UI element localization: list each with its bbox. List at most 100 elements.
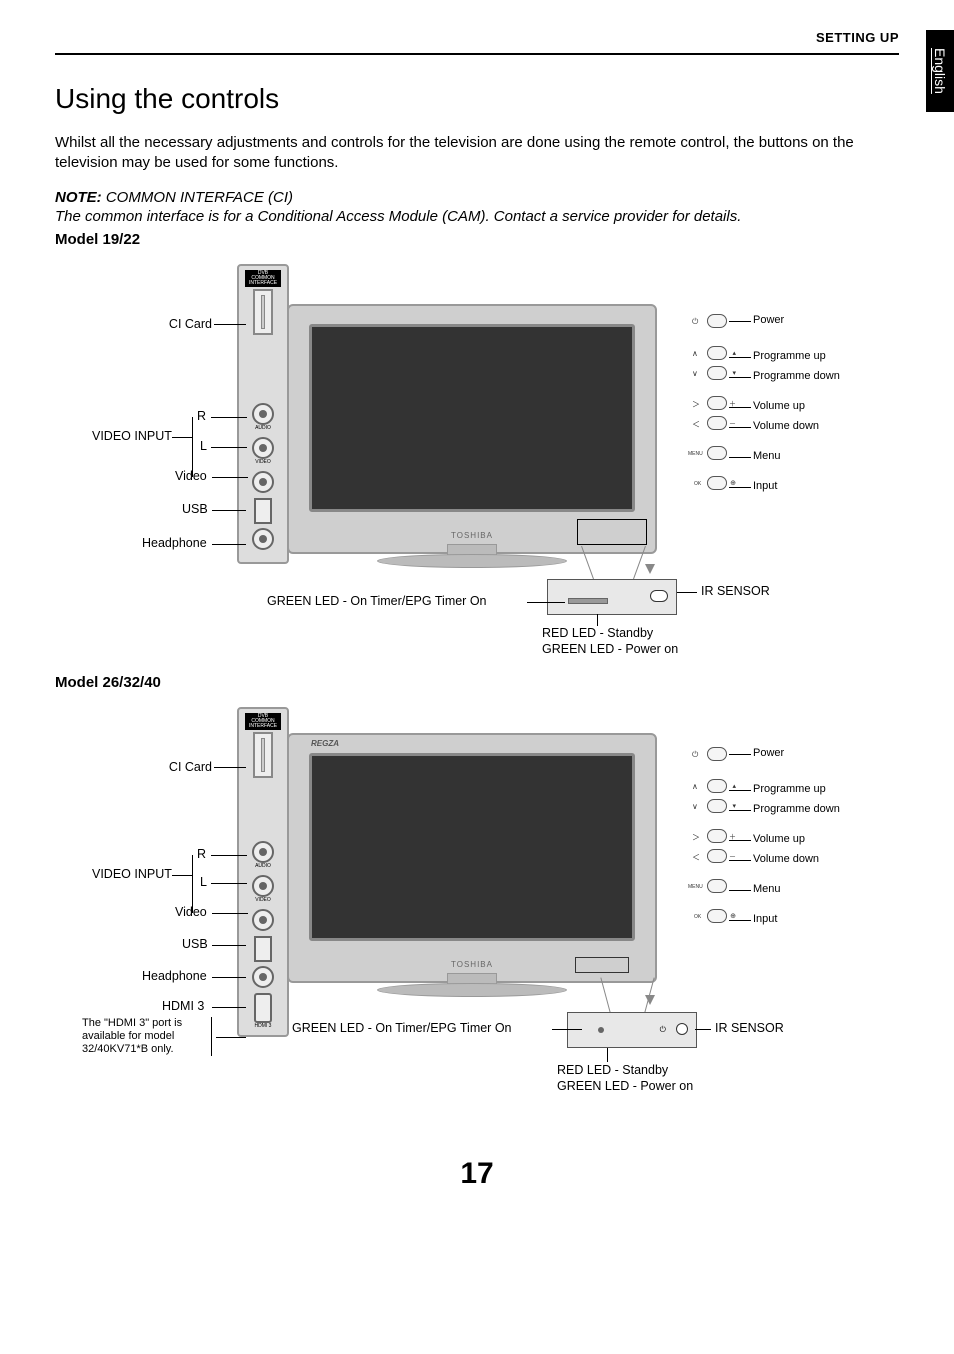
volume-down-button-2[interactable]: ＜－ — [707, 849, 727, 863]
r-label: R — [197, 409, 206, 423]
page-number: 17 — [55, 1157, 899, 1191]
hdmi3-label: HDMI 3 — [162, 999, 204, 1013]
note-label: NOTE: — [55, 189, 102, 206]
l-label-2: L — [200, 875, 207, 889]
green-led-timer-label-2: GREEN LED - On Timer/EPG Timer On — [292, 1021, 512, 1035]
power-label-2: Power — [753, 747, 784, 759]
side-panel-2: DVBCOMMONINTERFACE AUDIO VIDEO HDMI 3 — [237, 707, 289, 1037]
usb-label: USB — [182, 502, 208, 516]
l-label: L — [200, 439, 207, 453]
ir-sensor-label: IR SENSOR — [701, 584, 770, 598]
audio-l-jack-2 — [252, 875, 274, 897]
side-panel: DVBCOMMONINTERFACE AUDIO VIDEO — [237, 264, 289, 564]
language-tab: English — [926, 30, 954, 112]
video-label-2: VIDEO — [239, 897, 287, 903]
ci-slot-2 — [253, 732, 273, 778]
menu-button-2[interactable]: MENU — [707, 879, 727, 893]
prog-up-label: Programme up — [753, 350, 826, 362]
hdmi3-note: The "HDMI 3" port is available for model… — [82, 1017, 212, 1057]
audio-label: AUDIO — [239, 425, 287, 431]
page-title: Using the controls — [55, 83, 899, 115]
ir-region-box — [577, 519, 647, 545]
headphone-jack-2 — [252, 966, 274, 988]
volume-up-button-2[interactable]: ＞＋ — [707, 829, 727, 843]
model-2-label: Model 26/32/40 — [55, 674, 899, 691]
menu-label: Menu — [753, 450, 781, 462]
tv-brand-regza: REGZA — [311, 739, 339, 748]
tv-screen — [309, 324, 635, 512]
vol-down-label: Volume down — [753, 420, 819, 432]
model-1-label: Model 19/22 — [55, 231, 899, 248]
green-led-power-label-2: GREEN LED - Power on — [557, 1079, 693, 1093]
input-button[interactable]: OK⊕ — [707, 476, 727, 490]
diagram-model-19-22: DVBCOMMONINTERFACE AUDIO VIDEO CI Card R… — [67, 254, 887, 654]
video-lbl-2: Video — [175, 905, 207, 919]
input-label-2: Input — [753, 913, 777, 925]
ir-detail-box-2: ⏻ — [567, 1012, 697, 1048]
prog-down-label-2: Programme down — [753, 803, 840, 815]
ir-sensor-icon-2 — [676, 1023, 688, 1035]
green-led-power-label: GREEN LED - Power on — [542, 642, 678, 656]
header-rule — [55, 53, 899, 55]
green-led-timer-label: GREEN LED - On Timer/EPG Timer On — [267, 594, 487, 608]
input-label: Input — [753, 480, 777, 492]
ir-detail-box — [547, 579, 677, 615]
tv-stand-2 — [377, 983, 567, 997]
note-body: The common interface is for a Conditiona… — [55, 208, 899, 225]
section-heading: SETTING UP — [55, 30, 899, 45]
led-dot — [598, 1027, 604, 1033]
led-strip — [568, 598, 608, 604]
programme-down-button-2[interactable]: ∨▾ — [707, 799, 727, 813]
note-line: NOTE: COMMON INTERFACE (CI) — [55, 188, 899, 208]
red-led-label-2: RED LED - Standby — [557, 1063, 668, 1077]
tv-screen-2 — [309, 753, 635, 941]
hdmi3-port-label: HDMI 3 — [239, 1023, 287, 1029]
headphone-jack — [252, 528, 274, 550]
menu-label-2: Menu — [753, 883, 781, 895]
intro-text: Whilst all the necessary adjustments and… — [55, 133, 899, 174]
audio-l-jack — [252, 437, 274, 459]
language-label: English — [932, 48, 948, 94]
note-subject: COMMON INTERFACE (CI) — [102, 189, 293, 206]
ci-card-label: CI Card — [157, 317, 212, 331]
usb-port-2 — [254, 936, 272, 962]
prog-up-label-2: Programme up — [753, 783, 826, 795]
volume-down-button[interactable]: ＜－ — [707, 416, 727, 430]
audio-r-jack-2 — [252, 841, 274, 863]
vol-down-label-2: Volume down — [753, 853, 819, 865]
tv-body: TOSHIBA — [287, 304, 657, 554]
panel-dvb-label-2: DVBCOMMONINTERFACE — [245, 713, 281, 730]
audio-r-jack — [252, 403, 274, 425]
headphone-label: Headphone — [142, 536, 207, 550]
menu-button[interactable]: MENU — [707, 446, 727, 460]
usb-port — [254, 498, 272, 524]
ir-sensor-icon — [650, 590, 668, 602]
hdmi3-port — [254, 993, 272, 1023]
vol-up-label-2: Volume up — [753, 833, 805, 845]
tv-body-2: REGZA TOSHIBA — [287, 733, 657, 983]
power-button-2[interactable]: ⏻ — [707, 747, 727, 761]
programme-up-button[interactable]: ∧▴ — [707, 346, 727, 360]
headphone-label-2: Headphone — [142, 969, 207, 983]
video-jack — [252, 471, 274, 493]
ci-slot — [253, 289, 273, 335]
tv-brand-2: TOSHIBA — [451, 960, 493, 969]
video-input-label-2: VIDEO INPUT — [92, 867, 172, 881]
programme-up-button-2[interactable]: ∧▴ — [707, 779, 727, 793]
arrow-down-icon-2 — [645, 995, 655, 1005]
tv-brand: TOSHIBA — [451, 531, 493, 540]
ir-sensor-label-2: IR SENSOR — [715, 1021, 784, 1035]
power-button[interactable]: ⏻ — [707, 314, 727, 328]
prog-down-label: Programme down — [753, 370, 840, 382]
arrow-down-icon — [645, 564, 655, 574]
r-label-2: R — [197, 847, 206, 861]
control-button-column: ⏻ ∧▴ ∨▾ ＞＋ ＜－ MENU OK⊕ — [707, 314, 727, 490]
video-jack-2 — [252, 909, 274, 931]
programme-down-button[interactable]: ∨▾ — [707, 366, 727, 380]
input-button-2[interactable]: OK⊕ — [707, 909, 727, 923]
volume-up-button[interactable]: ＞＋ — [707, 396, 727, 410]
power-label: Power — [753, 314, 784, 326]
red-led-label: RED LED - Standby — [542, 626, 653, 640]
video-label: VIDEO — [239, 459, 287, 465]
ir-region-box-2 — [575, 957, 629, 973]
